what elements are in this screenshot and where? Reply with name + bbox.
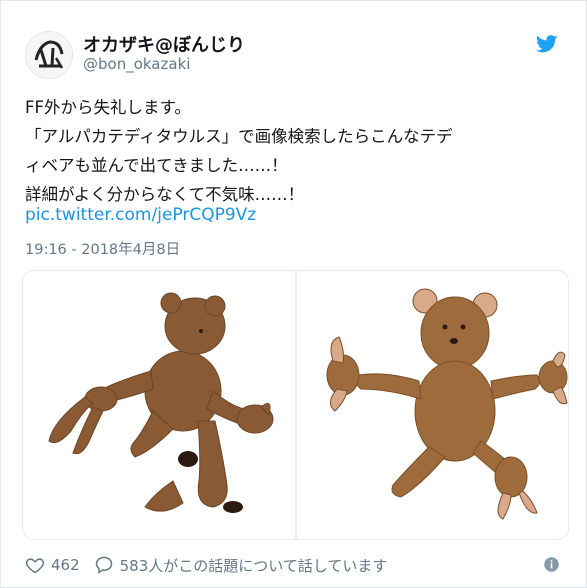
photo-teddy-right[interactable] (297, 271, 568, 539)
photo-teddy-left[interactable] (23, 271, 295, 539)
tweet-text-line: FF外から失礼します。 (25, 98, 191, 117)
heart-icon[interactable] (25, 555, 45, 575)
info-icon[interactable] (543, 556, 560, 573)
tweet-text-line: ィベアも並んで出てきました……！ (25, 156, 288, 175)
media-link[interactable]: pic.twitter.com/jePrCQP9Vz (25, 205, 256, 225)
avatar-icon (26, 32, 72, 78)
speech-bubble-icon[interactable] (94, 555, 114, 575)
tweet-actions: 462 583人がこの話題について話しています (25, 554, 401, 576)
timestamp[interactable]: 19:16 - 2018年4月8日 (25, 238, 180, 259)
reply-summary[interactable]: 583人がこの話題について話しています (120, 555, 388, 576)
tweet-card: オカザキ@ぼんじり @bon_okazaki FF外から失礼します。 「アルパカ… (0, 0, 587, 588)
avatar[interactable] (25, 31, 73, 79)
display-name[interactable]: オカザキ@ぼんじり (83, 31, 245, 57)
user-handle[interactable]: @bon_okazaki (83, 55, 190, 73)
tweet-text: FF外から失礼します。 「アルパカテディタウルス」で画像検索したらこんなテデ ィ… (25, 93, 565, 209)
media-gallery[interactable] (22, 270, 569, 540)
twitter-bird-icon[interactable] (536, 35, 558, 53)
tweet-text-line: 「アルパカテディタウルス」で画像検索したらこんなテデ (25, 127, 453, 146)
like-count: 462 (51, 556, 80, 574)
